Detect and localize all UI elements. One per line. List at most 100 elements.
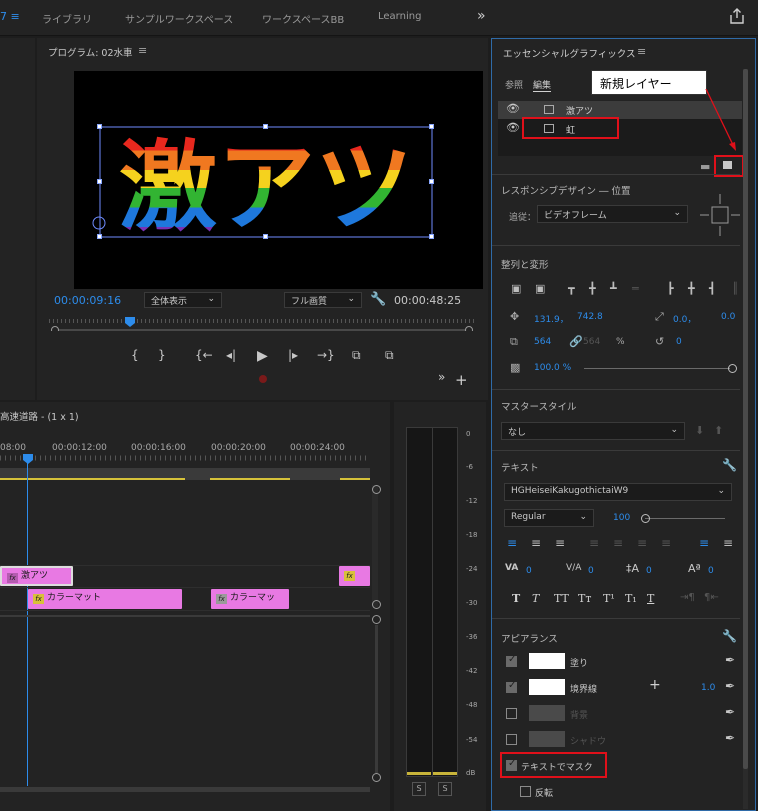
share-icon[interactable] xyxy=(730,8,744,24)
extract-icon[interactable]: ⧉ xyxy=(385,348,394,363)
underline-button[interactable]: T xyxy=(647,592,654,605)
step-forward-icon[interactable]: |▸ xyxy=(288,348,298,362)
add-stroke-icon[interactable]: + xyxy=(649,677,661,693)
justify-all-icon[interactable]: ≡ xyxy=(661,536,671,550)
resize-handle[interactable] xyxy=(97,234,102,239)
add-button-icon[interactable]: + xyxy=(455,371,468,389)
clip-color-matte-2[interactable]: fx カラーマッ xyxy=(211,589,289,609)
shadow-checkbox[interactable] xyxy=(506,734,517,745)
stroke-checkbox[interactable]: ✓ xyxy=(506,680,517,693)
scale-width[interactable]: 564 xyxy=(534,337,551,347)
step-back-icon[interactable]: ◂| xyxy=(226,348,236,362)
justify-center-icon[interactable]: ≡ xyxy=(613,536,623,550)
eye-icon[interactable]: 👁 xyxy=(506,121,520,134)
anchor-y[interactable]: 0.0 xyxy=(721,312,735,322)
align-top-text-icon[interactable]: ≡ xyxy=(699,536,709,550)
program-scrubber[interactable] xyxy=(49,317,475,331)
fill-checkbox[interactable]: ✓ xyxy=(506,654,517,667)
resize-handle[interactable] xyxy=(429,179,434,184)
current-timecode[interactable]: 00:00:09:16 xyxy=(54,294,121,307)
playhead-line[interactable] xyxy=(27,456,28,786)
background-color-swatch[interactable] xyxy=(529,705,565,721)
ruby-icon[interactable]: ¶⇤ xyxy=(704,592,719,603)
eyedropper-icon[interactable]: ✒ xyxy=(725,705,735,719)
distribute-vertical-icon[interactable]: ═ xyxy=(632,282,639,295)
tracking-value[interactable]: 0 xyxy=(526,566,532,576)
stroke-width-value[interactable]: 1.0 xyxy=(701,683,715,693)
opacity-slider-handle[interactable] xyxy=(728,364,737,373)
lift-icon[interactable]: ⧉ xyxy=(352,348,361,363)
resize-handle[interactable] xyxy=(97,124,102,129)
font-style-dropdown[interactable]: Regular ⌄ xyxy=(504,509,594,527)
wrench-icon[interactable]: 🔧 xyxy=(370,292,386,307)
opacity-value[interactable]: 100.0 % xyxy=(534,363,571,373)
align-top-icon[interactable]: ┳ xyxy=(568,282,575,295)
scroll-handle[interactable] xyxy=(372,615,381,624)
wrench-icon[interactable]: 🔧 xyxy=(722,629,737,643)
track-scrollbar[interactable] xyxy=(375,625,378,773)
justify-right-icon[interactable]: ≡ xyxy=(637,536,647,550)
faux-italic-button[interactable]: T xyxy=(532,592,539,605)
clip-color-matte[interactable]: fx カラーマット xyxy=(28,589,182,609)
go-to-in-icon[interactable]: {← xyxy=(195,348,213,362)
panel-scrollbar-thumb[interactable] xyxy=(743,69,748,769)
invert-checkbox[interactable] xyxy=(520,786,531,797)
more-buttons-icon[interactable]: » xyxy=(438,370,445,384)
baseline-value[interactable]: 0 xyxy=(708,566,714,576)
horizontal-scrollbar[interactable] xyxy=(0,787,370,792)
record-icon[interactable] xyxy=(259,375,267,383)
align-right-icon[interactable]: ┫ xyxy=(709,282,716,295)
superscript-button[interactable]: T¹ xyxy=(603,592,615,605)
eyedropper-icon[interactable]: ✒ xyxy=(725,731,735,745)
workspace-tab-sample[interactable]: サンプルワークスペース xyxy=(125,11,233,26)
background-checkbox[interactable] xyxy=(506,708,517,719)
panel-menu-icon[interactable]: ≡ xyxy=(637,45,646,58)
align-bottom-text-icon[interactable]: ≡ xyxy=(723,536,733,550)
clip-text-2[interactable]: fx xyxy=(339,566,370,586)
menu-icon[interactable]: 7 ≡ xyxy=(0,10,20,23)
master-style-dropdown[interactable]: なし ⌄ xyxy=(501,422,685,440)
clip-text[interactable]: fx 激アツ xyxy=(0,566,73,586)
resize-handle[interactable] xyxy=(97,179,102,184)
eyedropper-icon[interactable]: ✒ xyxy=(725,653,735,667)
align-center-icon[interactable]: ╋ xyxy=(688,282,695,295)
more-workspaces-icon[interactable]: » xyxy=(477,8,486,24)
small-caps-button[interactable]: Tт xyxy=(578,592,591,605)
resize-handle[interactable] xyxy=(263,234,268,239)
all-caps-button[interactable]: TT xyxy=(554,592,569,605)
push-up-icon[interactable]: ⬆ xyxy=(714,424,723,437)
scroll-handle[interactable] xyxy=(372,600,381,609)
align-middle-icon[interactable]: ╋ xyxy=(589,282,596,295)
font-size-slider-handle[interactable] xyxy=(641,514,650,523)
anchor-x[interactable]: 0.0， xyxy=(673,312,696,325)
kerning-value[interactable]: 0 xyxy=(588,566,594,576)
play-icon[interactable]: ▶ xyxy=(257,348,268,364)
quality-dropdown[interactable]: フル画質 ⌄ xyxy=(284,292,362,308)
align-center-text-icon[interactable]: ≡ xyxy=(531,536,541,550)
shadow-color-swatch[interactable] xyxy=(529,731,565,747)
eyedropper-icon[interactable]: ✒ xyxy=(725,679,735,693)
follow-dropdown[interactable]: ビデオフレーム ⌄ xyxy=(537,205,688,223)
font-size-value[interactable]: 100 xyxy=(613,513,630,523)
track-scrollbar[interactable] xyxy=(372,485,378,607)
justify-left-icon[interactable]: ≡ xyxy=(589,536,599,550)
eye-icon[interactable]: 👁 xyxy=(506,102,520,115)
folder-icon[interactable]: ▬ xyxy=(700,160,710,173)
position-x[interactable]: 131.9， xyxy=(534,312,569,325)
rotation-value[interactable]: 0 xyxy=(676,337,682,347)
link-icon[interactable]: 🔗 xyxy=(569,335,583,348)
wrench-icon[interactable]: 🔧 xyxy=(722,458,737,472)
workspace-tab-learning[interactable]: Learning xyxy=(378,11,421,22)
fill-color-swatch[interactable] xyxy=(529,653,565,669)
distribute-horizontal-icon[interactable]: ║ xyxy=(732,282,739,295)
align-left-icon[interactable]: ┣ xyxy=(667,282,674,295)
leading-value[interactable]: 0 xyxy=(646,566,652,576)
stroke-color-swatch[interactable] xyxy=(529,679,565,695)
new-layer-icon[interactable] xyxy=(723,161,732,169)
mark-in-icon[interactable]: { xyxy=(131,348,139,362)
zoom-dropdown[interactable]: 全体表示 ⌄ xyxy=(144,292,222,308)
align-vertical-center-icon[interactable]: ▣ xyxy=(511,282,521,295)
pin-to-edges-widget[interactable] xyxy=(698,192,742,238)
tab-browse[interactable]: 参照 xyxy=(505,78,523,91)
panel-menu-icon[interactable]: ≡ xyxy=(138,44,147,57)
